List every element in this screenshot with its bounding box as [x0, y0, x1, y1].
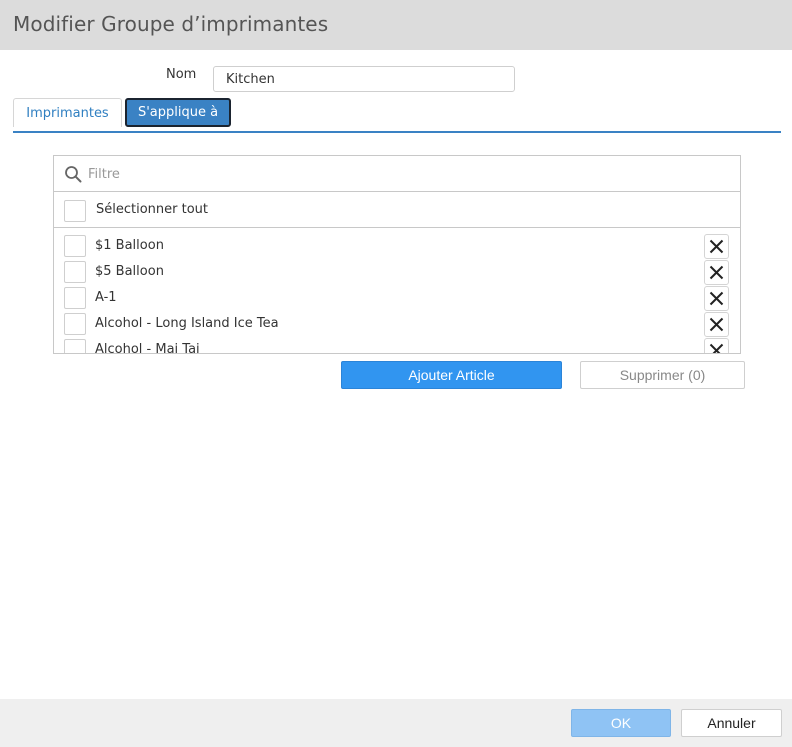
dialog-title-bar: Modifier Groupe d’imprimantes	[0, 0, 792, 50]
name-label: Nom	[166, 67, 197, 82]
filter-row	[54, 156, 740, 192]
tab-applies-to[interactable]: S'applique à	[125, 98, 231, 127]
list-item: $1 Balloon	[54, 233, 740, 259]
cancel-button[interactable]: Annuler	[681, 709, 782, 737]
item-list[interactable]: $1 Balloon $5 Balloon A-1 Alcohol - Long…	[54, 229, 740, 354]
close-icon	[709, 317, 724, 332]
item-label: A-1	[95, 290, 117, 305]
select-all-row[interactable]: Sélectionner tout	[54, 193, 740, 228]
name-input[interactable]	[213, 66, 515, 92]
item-label: $1 Balloon	[95, 238, 164, 253]
list-item: Alcohol - Long Island Ice Tea	[54, 311, 740, 337]
item-checkbox[interactable]	[64, 313, 86, 335]
remove-item-button[interactable]	[704, 234, 729, 259]
item-checkbox[interactable]	[64, 287, 86, 309]
item-label: Alcohol - Mai Tai	[95, 342, 200, 354]
remove-item-button[interactable]	[704, 338, 729, 353]
close-icon	[709, 239, 724, 254]
list-item: Alcohol - Mai Tai	[54, 337, 740, 354]
tab-underline	[13, 131, 781, 133]
select-all-label: Sélectionner tout	[96, 202, 209, 217]
list-item: $5 Balloon	[54, 259, 740, 285]
filter-input[interactable]	[88, 162, 728, 186]
add-item-button[interactable]: Ajouter Article	[341, 361, 562, 389]
item-checkbox[interactable]	[64, 235, 86, 257]
item-checkbox[interactable]	[64, 261, 86, 283]
search-icon	[65, 166, 82, 183]
item-checkbox[interactable]	[64, 339, 86, 353]
item-label: $5 Balloon	[95, 264, 164, 279]
items-panel: Sélectionner tout $1 Balloon $5 Balloon …	[53, 155, 741, 354]
close-icon	[709, 265, 724, 280]
remove-item-button[interactable]	[704, 312, 729, 337]
ok-button[interactable]: OK	[571, 709, 671, 737]
dialog-title: Modifier Groupe d’imprimantes	[13, 12, 329, 36]
close-icon	[709, 291, 724, 306]
item-label: Alcohol - Long Island Ice Tea	[95, 316, 279, 331]
remove-item-button[interactable]	[704, 286, 729, 311]
close-icon	[709, 343, 724, 353]
list-item: A-1	[54, 285, 740, 311]
remove-item-button[interactable]	[704, 260, 729, 285]
tab-printers[interactable]: Imprimantes	[13, 98, 122, 127]
dialog-footer: OK Annuler	[0, 699, 792, 747]
select-all-checkbox[interactable]	[64, 200, 86, 222]
delete-button[interactable]: Supprimer (0)	[580, 361, 745, 389]
